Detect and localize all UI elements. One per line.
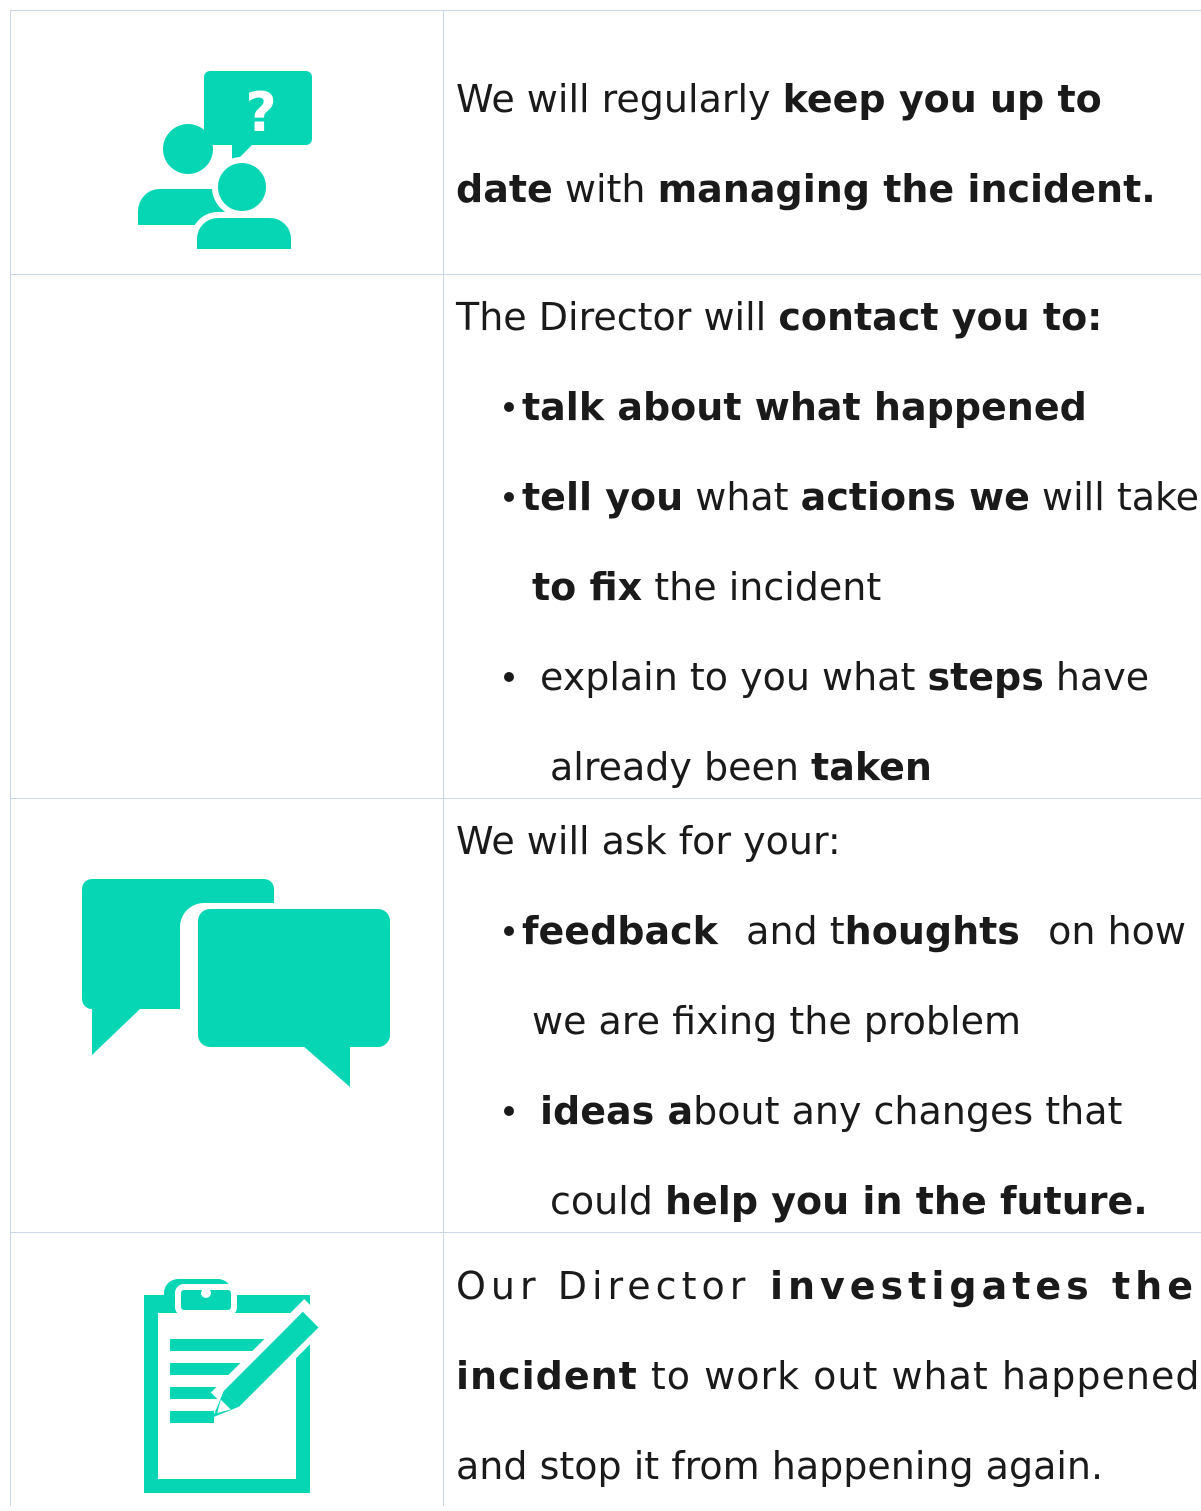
text-bold: to fix bbox=[532, 565, 643, 609]
text-normal: to work out what happened bbox=[637, 1354, 1201, 1398]
text-normal: Our Director bbox=[456, 1264, 751, 1308]
text-bold: contact you to: bbox=[778, 295, 1103, 339]
text-normal: and t bbox=[746, 909, 845, 953]
text-bold: investigates the bbox=[769, 1264, 1198, 1308]
bullet-icon bbox=[504, 1105, 514, 1116]
list-item: talk about what happened bbox=[456, 362, 1201, 452]
text-bold: taken bbox=[811, 745, 932, 789]
question-chat-people-icon: ? bbox=[138, 71, 312, 249]
text-normal: have bbox=[1043, 655, 1150, 699]
table-row: Our Director investigates the incident t… bbox=[10, 1232, 1201, 1507]
text-bold: date bbox=[456, 167, 553, 211]
text-normal: We will ask for your: bbox=[456, 819, 841, 863]
icon-cell bbox=[10, 1263, 443, 1503]
text-normal: explain to you what bbox=[540, 655, 928, 699]
text-bold: talk about what happened bbox=[522, 385, 1087, 429]
text-normal: We will regularly bbox=[456, 77, 783, 121]
text-bold: houghts bbox=[844, 909, 1020, 953]
list-item: feedback and thoughts on how bbox=[456, 886, 1201, 976]
info-table: ? We will regularly keep you up to date … bbox=[10, 10, 1201, 1506]
text-normal: already been bbox=[550, 745, 812, 789]
list-item-continuation: to fix the incident bbox=[456, 542, 1201, 632]
bullet-icon bbox=[504, 925, 514, 936]
text-bold: keep you up to bbox=[782, 77, 1102, 121]
icon-cell-empty bbox=[10, 275, 443, 799]
text-normal: we are fixing the problem bbox=[532, 999, 1022, 1043]
svg-text:?: ? bbox=[245, 81, 276, 144]
text-bold: steps bbox=[927, 655, 1044, 699]
text-bold: actions we bbox=[800, 475, 1030, 519]
text-normal: could bbox=[550, 1179, 665, 1223]
table-row: The Director will contact you to: talk a… bbox=[10, 274, 1201, 799]
icon-cell: ? bbox=[10, 39, 443, 249]
bullet-icon bbox=[504, 671, 514, 682]
text-bold: tell you bbox=[522, 475, 684, 519]
text-normal: will take bbox=[1029, 475, 1200, 519]
text-normal: with bbox=[552, 167, 658, 211]
text-line: incident to work out what happened bbox=[456, 1331, 1201, 1421]
bullet-icon bbox=[504, 401, 514, 412]
text-bold: managing the incident. bbox=[657, 167, 1156, 211]
text-line: Our Director investigates the bbox=[456, 1241, 1201, 1331]
bullet-icon bbox=[504, 491, 514, 502]
text-line: and stop it from happening again. bbox=[456, 1421, 1201, 1511]
list-item: explain to you what steps have bbox=[456, 632, 1201, 722]
clipboard-pencil-icon bbox=[144, 1279, 330, 1493]
text-bold: incident bbox=[456, 1354, 638, 1398]
text-normal: The Director will bbox=[456, 295, 779, 339]
text-normal: on how bbox=[1048, 909, 1186, 953]
text-normal: what bbox=[683, 475, 801, 519]
text-bold: help you in the future. bbox=[664, 1179, 1148, 1223]
list-item: tell you what actions we will take bbox=[456, 452, 1201, 542]
speech-bubbles-icon bbox=[82, 879, 390, 1087]
table-row: We will ask for your: feedback and thoug… bbox=[10, 798, 1201, 1233]
text-normal: the incident bbox=[642, 565, 882, 609]
text-bold: ideas a bbox=[540, 1089, 694, 1133]
list-item-continuation: we are fixing the problem bbox=[456, 976, 1201, 1066]
text-bold: feedback bbox=[522, 909, 718, 953]
list-item: ideas about any changes that bbox=[456, 1066, 1201, 1156]
text-normal: bout any changes that bbox=[693, 1089, 1123, 1133]
table-row: ? We will regularly keep you up to date … bbox=[10, 10, 1201, 275]
icon-cell bbox=[10, 869, 443, 1109]
text-normal: and stop it from happening again. bbox=[456, 1444, 1104, 1488]
